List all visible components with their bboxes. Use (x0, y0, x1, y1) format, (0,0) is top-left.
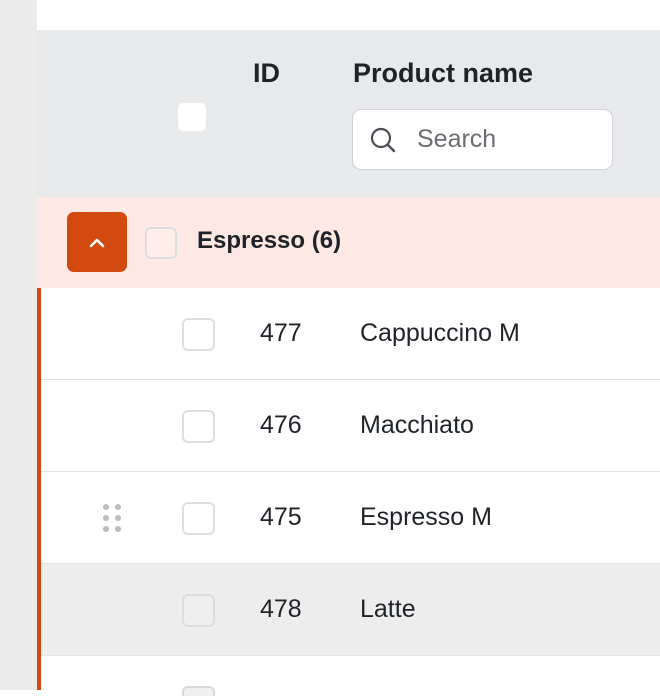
column-header-id[interactable]: ID (253, 58, 280, 89)
group-label: Espresso (6) (197, 227, 342, 254)
chevron-up-icon (89, 238, 105, 248)
table-row[interactable]: 476 Macchiato (41, 380, 660, 472)
column-header-product-name[interactable]: Product name (353, 58, 533, 89)
product-name-search-input[interactable] (417, 124, 597, 154)
search-icon (370, 127, 396, 153)
cell-id: 478 (260, 595, 302, 623)
top-strip (37, 0, 660, 30)
left-gutter (0, 0, 37, 690)
cell-id: 475 (260, 503, 302, 531)
select-all-checkbox[interactable] (178, 103, 206, 131)
row-checkbox[interactable] (182, 410, 215, 443)
cell-product-name: Latte (360, 595, 416, 623)
group-checkbox[interactable] (145, 227, 177, 259)
row-checkbox[interactable] (182, 594, 215, 627)
group-row-espresso: Espresso (6) (37, 197, 660, 288)
table-row[interactable]: 477 Cappuccino M (41, 288, 660, 380)
table-row-partial[interactable] (41, 656, 660, 696)
drag-handle-icon[interactable] (101, 502, 123, 534)
cell-id: 476 (260, 411, 302, 439)
cell-product-name: Macchiato (360, 411, 474, 439)
cell-product-name: Espresso M (360, 503, 492, 531)
table-header: ID Product name (37, 30, 660, 197)
row-checkbox[interactable] (182, 318, 215, 351)
group-collapse-button[interactable] (67, 212, 127, 272)
cell-id: 477 (260, 319, 302, 347)
table-row[interactable]: 475 Espresso M (41, 472, 660, 564)
table-body: 477 Cappuccino M 476 Macchiato 475 Espre… (41, 288, 660, 656)
cell-product-name: Cappuccino M (360, 319, 520, 347)
row-checkbox[interactable] (182, 686, 215, 696)
table-row[interactable]: 478 Latte (41, 564, 660, 656)
row-checkbox[interactable] (182, 502, 215, 535)
product-name-search-box[interactable] (352, 109, 613, 170)
